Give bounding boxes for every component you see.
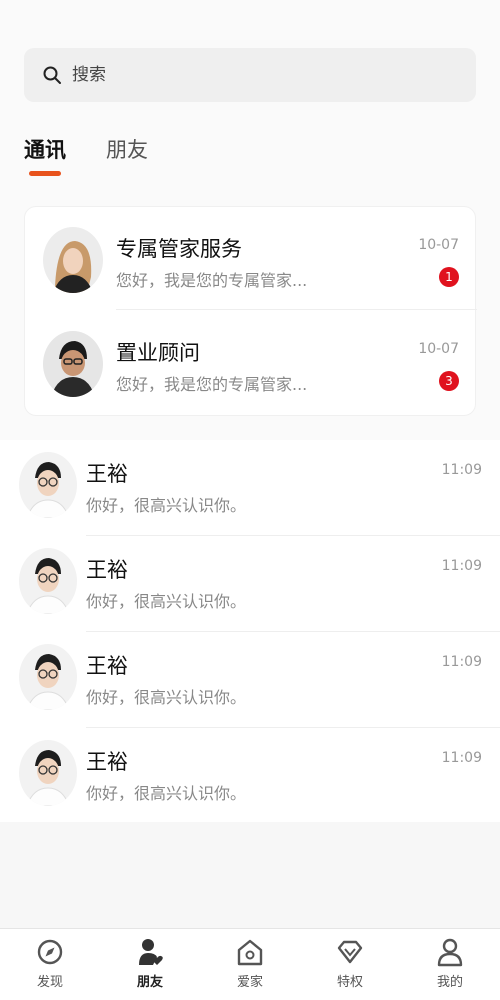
contact-name: 王裕 [86,750,128,774]
contact-preview: 你好，很高兴认识你。 [86,688,247,707]
pinned-chats-card: 专属管家服务 您好，我是您的专属管家... 10-07 1 置业顾问 您好，我是… [24,206,477,416]
avatar [19,452,77,518]
avatar [19,740,77,806]
divider [116,309,477,310]
nav-friends[interactable]: 朋友 [100,929,200,1000]
chat-name: 置业顾问 [116,341,200,365]
nav-label: 发现 [36,975,63,990]
chat-name: 专属管家服务 [116,237,242,261]
nav-label: 特权 [336,975,363,990]
contact-preview: 你好，很高兴认识你。 [86,496,247,515]
search-input[interactable] [72,65,432,85]
diamond-icon [337,940,363,964]
tab-messages[interactable]: 通讯 [24,134,66,164]
nav-profile[interactable]: 我的 [400,929,500,1000]
chat-row-butler[interactable]: 专属管家服务 您好，我是您的专属管家... 10-07 1 [25,207,477,311]
nav-discover[interactable]: 发现 [0,929,100,1000]
search-bar[interactable] [24,48,476,102]
search-icon [43,66,61,84]
bottom-nav: 发现 朋友 爱家 特权 我的 [0,928,500,1000]
chat-preview: 您好，我是您的专属管家... [116,375,308,394]
contact-time: 11:09 [441,654,482,670]
nav-home[interactable]: 爱家 [200,929,300,1000]
list-item[interactable]: 王裕 你好，很高兴认识你。 11:09 [0,440,500,536]
chat-time: 10-07 [418,237,459,253]
contact-time: 11:09 [441,558,482,574]
contact-time: 11:09 [441,462,482,478]
unread-badge: 1 [439,267,459,287]
avatar [43,227,103,293]
contact-preview: 你好，很高兴认识你。 [86,784,247,803]
contact-name: 王裕 [86,654,128,678]
contact-name: 王裕 [86,558,128,582]
list-item[interactable]: 王裕 你好，很高兴认识你。 11:09 [0,536,500,632]
chat-row-consultant[interactable]: 置业顾问 您好，我是您的专属管家... 10-07 3 [25,311,477,415]
compass-icon [37,939,63,965]
contact-time: 11:09 [441,750,482,766]
nav-label: 我的 [436,975,463,990]
nav-label: 爱家 [236,975,263,990]
contact-list: 王裕 你好，很高兴认识你。 11:09 王裕 你好，很高兴认识你。 11:09 [0,440,500,822]
nav-privileges[interactable]: 特权 [300,929,400,1000]
avatar [43,331,103,397]
tab-bar: 通讯 朋友 [24,134,188,164]
profile-icon [437,938,463,967]
friends-icon [139,939,163,965]
contact-name: 王裕 [86,462,128,486]
list-item[interactable]: 王裕 你好，很高兴认识你。 11:09 [0,728,500,824]
chat-preview: 您好，我是您的专属管家... [116,271,308,290]
avatar [19,548,77,614]
nav-label: 朋友 [136,975,163,990]
contact-preview: 你好，很高兴认识你。 [86,592,247,611]
avatar [19,644,77,710]
home-icon [237,939,263,966]
chat-time: 10-07 [418,341,459,357]
active-tab-indicator [29,171,61,176]
tab-friends[interactable]: 朋友 [106,134,148,164]
unread-badge: 3 [439,371,459,391]
list-item[interactable]: 王裕 你好，很高兴认识你。 11:09 [0,632,500,728]
